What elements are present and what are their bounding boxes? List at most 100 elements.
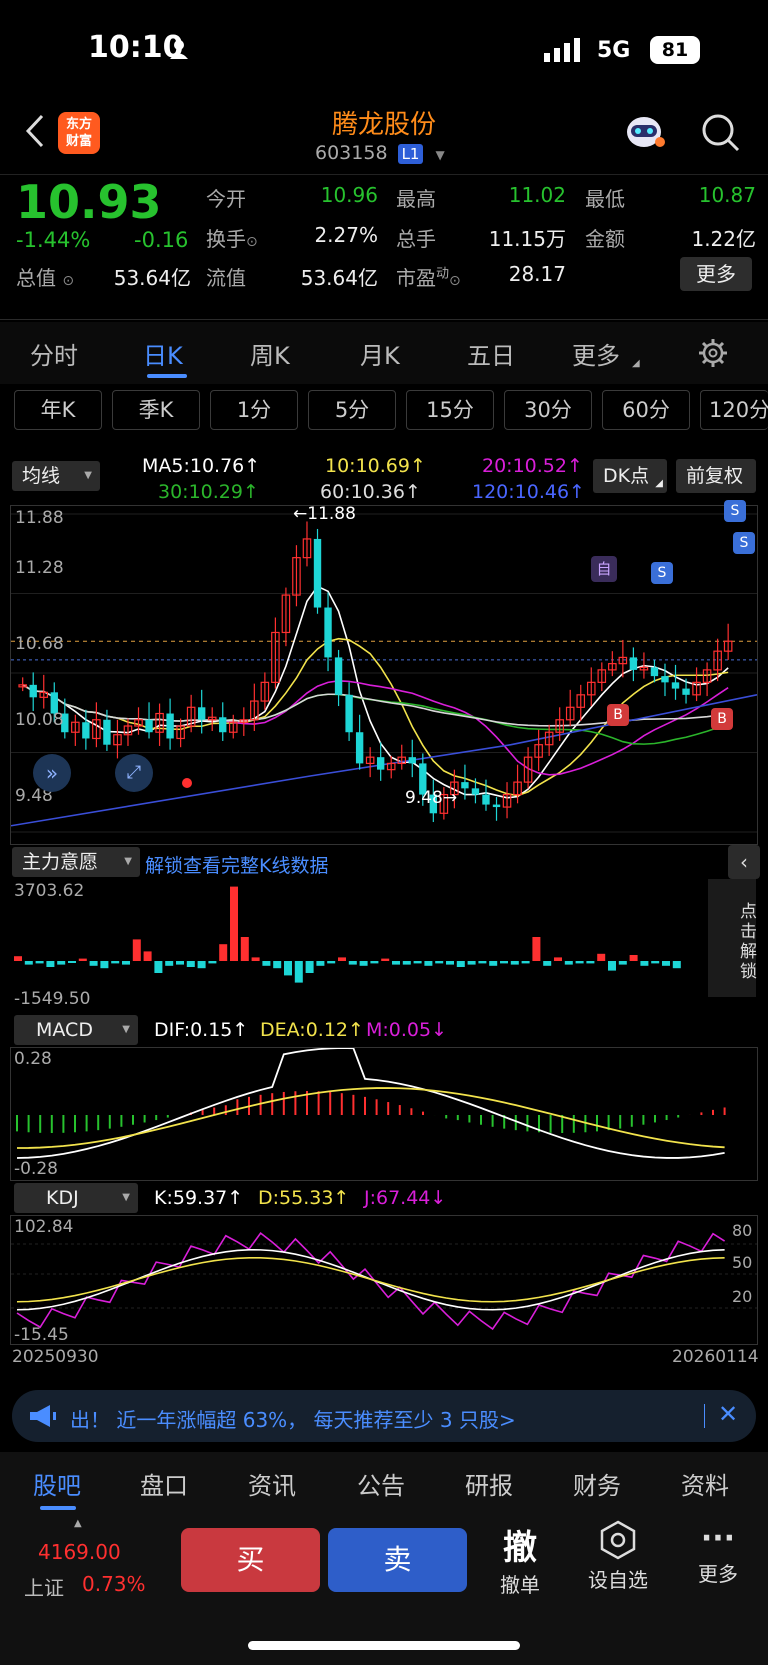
main-force-bar [510,961,519,965]
kdj-select[interactable]: KDJ ▼ [14,1183,138,1213]
info-icon: ⊙ [449,273,461,289]
ma-select[interactable]: 均线 ▼ [12,461,100,491]
candle [671,682,680,689]
period-60min[interactable]: 60分 [602,390,690,430]
signal-sell-badge[interactable]: S [651,562,673,584]
settings-gear-icon[interactable] [698,338,728,372]
fullscreen-button[interactable]: ⤢ [115,754,153,792]
high-label: 最高 [396,187,436,211]
signal-self-badge[interactable]: 自 [591,556,617,582]
main-force-bar [456,961,465,967]
ma-legend: 均线 ▼ MA5:10.76↑ 10:10.69↑ 20:10.52↑ 30:10… [0,455,768,505]
buy-button[interactable]: 买 [181,1528,320,1592]
float-label: 流值 [206,266,246,290]
collapse-arrow-button[interactable]: ‹ [728,845,760,879]
add-watchlist-button[interactable]: 设自选 [580,1520,656,1600]
dropdown-triangle-icon: ▼ [84,470,92,481]
candle [377,757,385,770]
tab-monthly-k[interactable]: 月K [360,336,400,371]
expand-arrows-button[interactable]: » [33,754,71,792]
adjust-mode-button[interactable]: 前复权 [676,459,756,493]
cancel-order-button[interactable]: 撤 撤单 [490,1520,550,1600]
battery-level: 81 [661,39,689,61]
tab-daily-k[interactable]: 日K [143,336,183,371]
search-icon[interactable] [700,112,740,156]
watchlist-label: 设自选 [588,1568,648,1592]
main-force-bar [46,961,55,967]
candle [482,794,490,805]
period-30min[interactable]: 30分 [504,390,592,430]
more-button[interactable]: 更多 [680,257,752,291]
ma5-value: MA5:10.76↑ [142,455,261,477]
unlock-side-button[interactable]: 点击解锁 [708,879,756,997]
main-force-bar [672,961,681,969]
tab-news[interactable]: 资讯 [248,1466,296,1501]
signal-buy-badge[interactable]: B [711,708,733,730]
main-force-bar [176,961,184,965]
period-15min[interactable]: 15分 [406,390,494,430]
dropdown-triangle-icon: ▼ [122,1192,130,1203]
tab-more[interactable]: 更多 [572,336,620,371]
main-force-bar [327,961,336,964]
candle [324,607,332,658]
tab-orderbook[interactable]: 盘口 [140,1466,188,1501]
tab-announcements[interactable]: 公告 [357,1466,405,1501]
main-force-bar [629,955,638,961]
megaphone-icon [28,1404,58,1432]
main-force-panel: 主力意愿 ▼ 解锁查看完整K线数据 ‹ 3703.62 -1549.50 点击解锁 [0,845,768,1011]
signal-sell-badge[interactable]: S [733,532,755,554]
main-force-bar [662,961,670,966]
mktcap-row: 总值 ⊙ 53.64亿 [16,262,191,291]
tab-five-day[interactable]: 五日 [467,336,515,371]
macd-dea: DEA:0.12↑ [260,1019,364,1041]
info-icon: ⊙ [246,234,258,250]
open-label: 今开 [206,187,246,211]
candle [629,657,638,670]
index-pct: 0.73% [82,1572,146,1596]
main-force-bar [251,957,260,961]
main-force-bar [338,957,346,961]
tab-active-indicator [40,1506,76,1510]
main-force-bar [446,961,454,965]
kdj-panel: KDJ ▼ K:59.37↑ D:55.33↑ J:67.44↓ 102.84 -… [0,1181,768,1371]
more-actions-button[interactable]: ··· 更多 [688,1520,748,1600]
close-icon[interactable]: ✕ [718,1400,738,1428]
period-5min[interactable]: 5分 [308,390,396,430]
period-1min[interactable]: 1分 [210,390,298,430]
tab-forum[interactable]: 股吧 [33,1466,81,1501]
main-force-bar [68,961,76,963]
main-force-bar [78,958,87,961]
robot-assistant-icon[interactable] [622,112,666,156]
kdj-min: -15.45 [14,1325,69,1345]
promo-banner[interactable]: 出！ 近一年涨幅超 63%， 每天推荐至少 3 只股> ✕ [12,1390,756,1442]
signal-sell-badge[interactable]: S [724,500,746,522]
kdj-d-line [16,1256,725,1303]
main-force-select[interactable]: 主力意愿 ▼ [12,847,140,877]
index-widget[interactable]: ▲ 4169.00 上证 0.73% [24,1518,164,1618]
macd-dif: DIF:0.15↑ [154,1019,249,1041]
period-year[interactable]: 年K [14,390,102,430]
tab-weekly-k[interactable]: 周K [250,336,290,371]
tab-research[interactable]: 研报 [465,1466,513,1501]
kline-chart[interactable]: 11.88 11.28 10.68 10.08 9.48 ←11.88 9.48… [10,500,758,845]
signal-buy-badge[interactable]: B [607,704,629,726]
sell-button[interactable]: 卖 [328,1528,467,1592]
main-force-bar [489,961,498,966]
candle [166,713,174,739]
period-quarter[interactable]: 季K [112,390,200,430]
macd-select[interactable]: MACD ▼ [14,1015,138,1045]
tab-finance[interactable]: 财务 [573,1466,621,1501]
period-120min[interactable]: 120分 [700,390,768,430]
candle [198,707,206,720]
hexagon-icon [600,1520,636,1560]
tab-profile[interactable]: 资料 [681,1466,729,1501]
y-label-top: 11.88 [15,508,64,528]
main-force-bar [608,961,616,971]
main-force-bar [240,937,249,961]
stock-code-row[interactable]: 603158 L1 ▼ [315,142,445,164]
volume-label: 总手 [396,227,436,251]
unlock-link[interactable]: 解锁查看完整K线数据 [145,851,328,878]
dk-point-toggle[interactable]: DK点 ◢ [593,459,667,493]
tab-timeshare[interactable]: 分时 [30,336,78,371]
cancel-label: 撤单 [500,1573,540,1597]
